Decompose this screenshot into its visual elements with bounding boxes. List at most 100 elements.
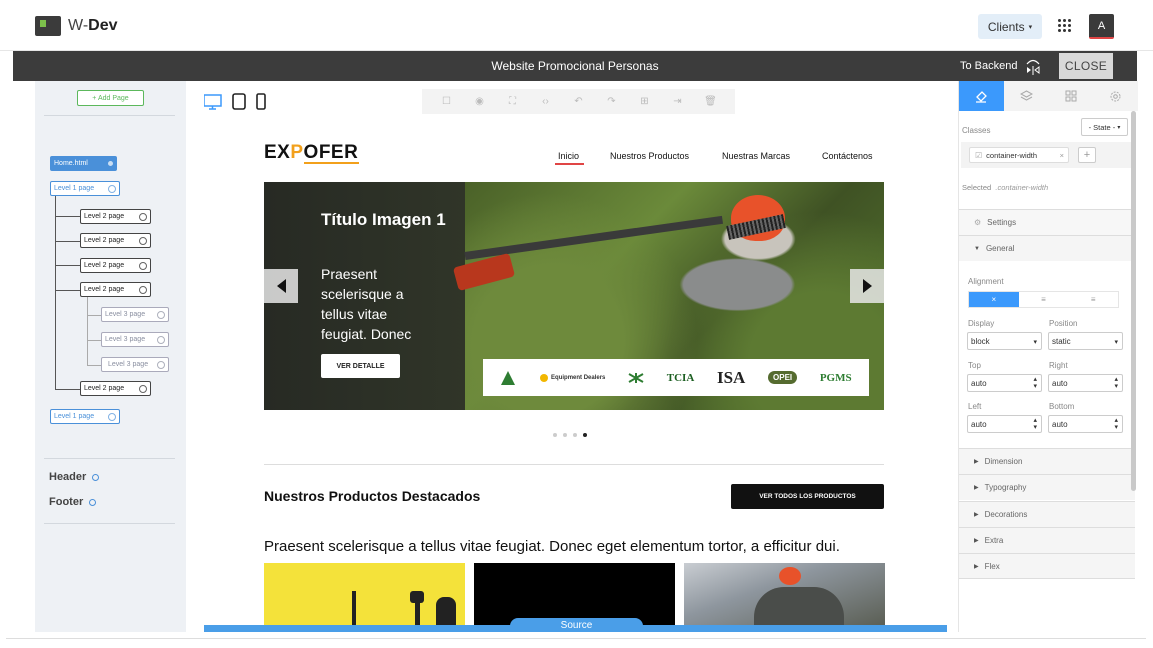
page-settings-icon[interactable]: [108, 185, 116, 193]
source-tab[interactable]: Source: [510, 618, 643, 632]
add-page-button[interactable]: + Add Page: [77, 90, 144, 106]
mobile-icon[interactable]: [256, 93, 266, 110]
class-tag[interactable]: ☑ container-width ×: [969, 147, 1069, 163]
view-all-products-button[interactable]: VER TODOS LOS PRODUCTOS: [731, 484, 884, 509]
flex-section[interactable]: ▶ Flex: [959, 553, 1135, 579]
trash-icon[interactable]: 🗑: [704, 96, 717, 108]
redo-icon[interactable]: ↷: [606, 96, 618, 108]
position-select[interactable]: static ▾: [1048, 332, 1123, 350]
desktop-icon[interactable]: [203, 94, 222, 110]
eye-icon[interactable]: ◉: [474, 96, 486, 108]
fullscreen-icon[interactable]: ⛶: [507, 96, 519, 108]
page-node-home[interactable]: Home.html: [50, 156, 117, 171]
page-node-level1[interactable]: Level 1 page: [50, 181, 120, 196]
carousel-dot-active[interactable]: [583, 433, 587, 437]
product-thumbnail[interactable]: [474, 563, 675, 625]
nav-item-inicio[interactable]: Inicio: [558, 151, 579, 161]
general-section[interactable]: ▼ General: [959, 235, 1135, 261]
undo-icon[interactable]: ↶: [573, 96, 585, 108]
switch-view-icon[interactable]: [1024, 56, 1042, 76]
footer-section[interactable]: Footer: [49, 496, 97, 508]
state-select[interactable]: - State - ▾: [1081, 118, 1128, 136]
stepper-icon[interactable]: ▴ ▾: [1114, 376, 1118, 390]
carousel-prev-button[interactable]: [264, 269, 298, 303]
settings-icon[interactable]: [92, 473, 100, 481]
user-avatar[interactable]: A: [1089, 14, 1114, 39]
page-node-level3[interactable]: Level 3 page: [101, 332, 169, 347]
remove-class-icon[interactable]: ×: [1060, 151, 1064, 160]
site-logo[interactable]: EXPOFER: [264, 142, 358, 164]
align-right-button[interactable]: ≡: [1068, 292, 1119, 307]
layer-manager-tab[interactable]: [1004, 81, 1049, 111]
page-node-level2[interactable]: Level 2 page: [80, 233, 151, 248]
page-settings-icon[interactable]: [108, 413, 116, 421]
page-node-level2[interactable]: Level 2 page: [80, 258, 151, 273]
product-thumbnail[interactable]: [264, 563, 465, 625]
featured-text: Praesent scelerisque a tellus vitae feug…: [264, 538, 840, 555]
page-settings-icon[interactable]: [139, 286, 147, 294]
page-node-level2[interactable]: Level 2 page: [80, 209, 151, 224]
page-settings-icon[interactable]: [139, 237, 147, 245]
apps-grid-icon[interactable]: [1058, 19, 1072, 33]
right-input[interactable]: auto ▴ ▾: [1048, 374, 1123, 392]
hero-carousel[interactable]: Título Imagen 1 Praesent scelerisque a t…: [264, 182, 884, 410]
page-settings-icon[interactable]: [157, 311, 165, 319]
decorations-section[interactable]: ▶ Decorations: [959, 501, 1135, 527]
code-icon[interactable]: ‹›: [540, 96, 552, 108]
square-outline-icon[interactable]: ☐: [441, 96, 453, 108]
settings-section[interactable]: ⚙ Settings: [959, 209, 1135, 235]
stepper-icon[interactable]: ▴ ▾: [1114, 417, 1118, 431]
add-class-button[interactable]: +: [1078, 147, 1096, 163]
page-node-level1[interactable]: Level 1 page: [50, 409, 120, 424]
ver-detalle-button[interactable]: VER DETALLE: [321, 354, 400, 378]
left-input[interactable]: auto ▴ ▾: [967, 415, 1042, 433]
carousel-dot[interactable]: [553, 433, 557, 437]
blocks-tab[interactable]: [1049, 81, 1094, 111]
page-node-level3[interactable]: Level 3 page: [101, 307, 169, 322]
tablet-icon[interactable]: [232, 93, 246, 110]
carousel-next-button[interactable]: [850, 269, 884, 303]
dimension-section[interactable]: ▶ Dimension: [959, 448, 1135, 474]
page-node-level2[interactable]: Level 2 page: [80, 381, 151, 396]
settings-tab[interactable]: [1093, 81, 1138, 111]
checkbox-icon[interactable]: ☑: [975, 151, 982, 160]
bottom-input[interactable]: auto ▴ ▾: [1048, 415, 1123, 433]
align-none-button[interactable]: ×: [969, 292, 1019, 307]
caret-right-icon: ▶: [974, 563, 979, 570]
nav-item-productos[interactable]: Nuestros Productos: [610, 151, 689, 161]
to-backend-link[interactable]: To Backend: [960, 60, 1017, 72]
style-manager-tab[interactable]: [959, 81, 1004, 111]
carousel-dot[interactable]: [563, 433, 567, 437]
section-divider: [264, 464, 884, 465]
close-button[interactable]: CLOSE: [1059, 53, 1113, 79]
stepper-icon[interactable]: ▴ ▾: [1033, 376, 1037, 390]
align-left-button[interactable]: ≡: [1018, 292, 1069, 307]
featured-title: Nuestros Productos Destacados: [264, 488, 481, 504]
carousel-dot[interactable]: [573, 433, 577, 437]
stepper-icon[interactable]: ▴ ▾: [1033, 417, 1037, 431]
gear-icon: ⚙: [974, 218, 982, 227]
page-node-level2[interactable]: Level 2 page: [80, 282, 151, 297]
display-select[interactable]: block ▾: [967, 332, 1042, 350]
settings-icon[interactable]: [89, 498, 97, 506]
blocks-icon[interactable]: ⊞: [639, 96, 651, 108]
panel-scrollbar[interactable]: [1131, 111, 1136, 491]
header-section[interactable]: Header: [49, 471, 100, 483]
top-input[interactable]: auto ▴ ▾: [967, 374, 1042, 392]
page-settings-icon[interactable]: [157, 336, 165, 344]
page-node-level3[interactable]: Level 3 page: [101, 357, 169, 372]
nav-item-marcas[interactable]: Nuestras Marcas: [722, 151, 790, 161]
page-settings-icon[interactable]: [139, 262, 147, 270]
page-settings-icon[interactable]: [139, 385, 147, 393]
extra-section[interactable]: ▶ Extra: [959, 527, 1135, 553]
divider: [44, 115, 175, 116]
typography-section[interactable]: ▶ Typography: [959, 474, 1135, 500]
import-icon[interactable]: ⇥: [672, 96, 684, 108]
nav-item-contacto[interactable]: Contáctenos: [822, 151, 873, 161]
clients-dropdown[interactable]: Clients ▾: [978, 14, 1042, 39]
page-settings-icon[interactable]: [157, 361, 165, 369]
page-settings-icon[interactable]: [108, 161, 113, 166]
grid-icon: [1065, 90, 1077, 102]
product-thumbnail[interactable]: [684, 563, 885, 625]
page-settings-icon[interactable]: [139, 213, 147, 221]
